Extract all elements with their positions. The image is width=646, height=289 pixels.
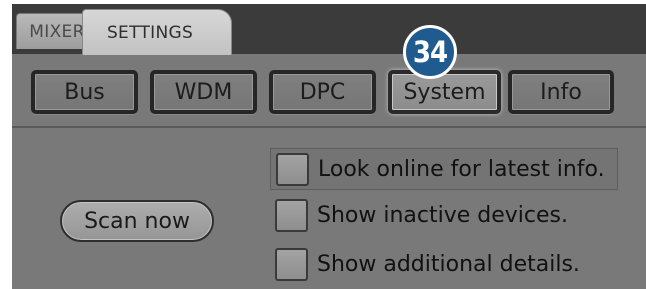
- look-online-option[interactable]: Look online for latest info.: [270, 148, 618, 190]
- tab-settings[interactable]: SETTINGS: [82, 9, 232, 55]
- show-details-label: Show additional details.: [317, 251, 580, 277]
- bus-button[interactable]: Bus: [31, 70, 138, 114]
- show-details-checkbox[interactable]: [275, 247, 308, 281]
- show-inactive-label: Show inactive devices.: [317, 202, 568, 228]
- wdm-button[interactable]: WDM: [150, 70, 257, 114]
- main-tab-strip: MIXER SETTINGS: [12, 4, 646, 55]
- system-button[interactable]: System: [388, 70, 501, 114]
- look-online-checkbox[interactable]: [276, 152, 309, 186]
- show-details-option[interactable]: Show additional details.: [270, 243, 580, 285]
- callout-number-badge: 34: [403, 25, 457, 79]
- settings-window: MIXER SETTINGS Bus WDM DPC System Info S…: [12, 4, 646, 289]
- look-online-label: Look online for latest info.: [318, 156, 605, 182]
- show-inactive-option[interactable]: Show inactive devices.: [270, 194, 568, 236]
- settings-subtab-bar: Bus WDM DPC System Info: [12, 54, 646, 128]
- show-inactive-checkbox[interactable]: [275, 198, 308, 232]
- scan-now-button[interactable]: Scan now: [60, 200, 214, 242]
- system-settings-panel: Scan now Look online for latest info. Sh…: [12, 128, 646, 289]
- info-button[interactable]: Info: [508, 70, 614, 114]
- dpc-button[interactable]: DPC: [269, 70, 376, 114]
